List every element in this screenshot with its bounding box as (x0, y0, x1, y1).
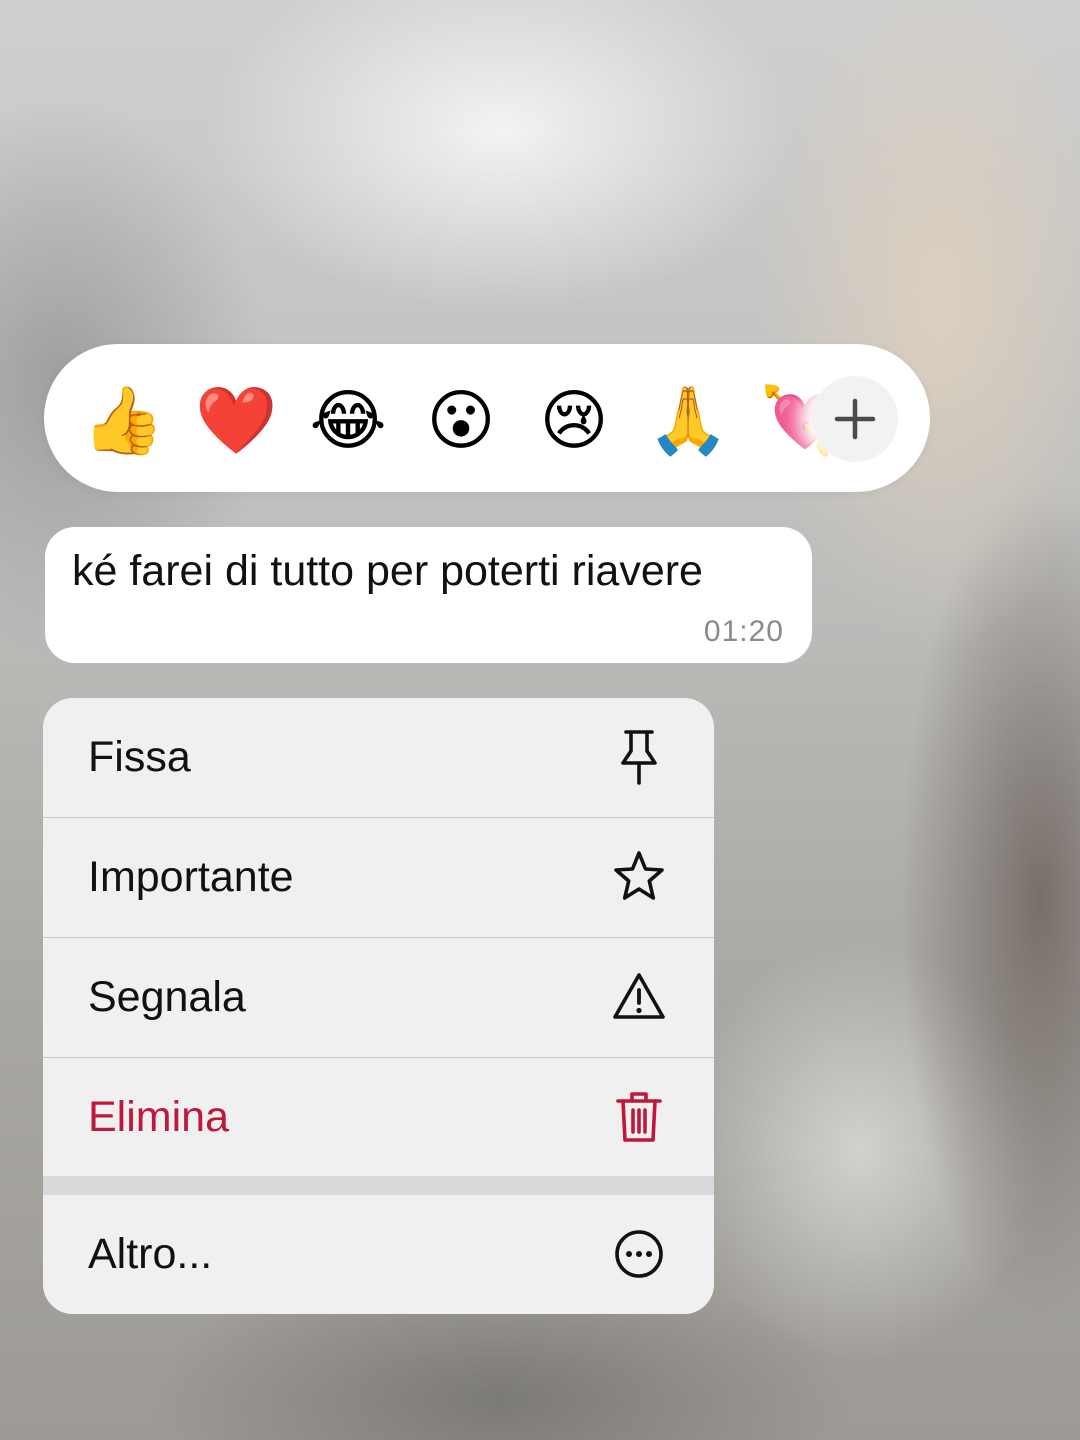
reaction-praying[interactable]: 🙏 (647, 380, 729, 460)
reaction-bar: 👍 ❤️ 😂 😮 😢 🙏 💘 (44, 344, 930, 492)
menu-item-fissa[interactable]: Fissa (43, 698, 714, 817)
menu-item-label: Elimina (88, 1093, 229, 1141)
message-text: ké farei di tutto per poterti riavere (72, 547, 703, 595)
message-bubble: ké farei di tutto per poterti riavere 01… (45, 527, 812, 663)
reaction-surprised[interactable]: 😮 (421, 380, 501, 460)
menu-item-segnala[interactable]: Segnala (43, 938, 714, 1057)
more-icon (615, 1230, 663, 1278)
menu-item-importante[interactable]: Importante (43, 818, 714, 937)
reaction-crying[interactable]: 😢 (534, 380, 614, 460)
menu-group-separator (43, 1176, 714, 1195)
warning-icon (613, 973, 665, 1019)
screen: 👍 ❤️ 😂 😮 😢 🙏 💘 ké farei di tutto per pot… (0, 0, 1080, 1440)
context-menu: Fissa Importante Segnala Elimina Altro..… (43, 698, 714, 1314)
pin-icon (621, 730, 657, 785)
menu-item-label: Altro... (88, 1230, 213, 1278)
menu-item-elimina[interactable]: Elimina (43, 1058, 714, 1177)
menu-item-label: Segnala (88, 973, 246, 1021)
reaction-heart[interactable]: ❤️ (195, 380, 277, 460)
menu-item-label: Fissa (88, 733, 191, 781)
star-icon (614, 851, 664, 900)
menu-item-label: Importante (88, 853, 294, 901)
reaction-laughing[interactable]: 😂 (308, 380, 388, 460)
trash-icon (616, 1092, 662, 1142)
reaction-thumbs-up[interactable]: 👍 (82, 380, 164, 460)
message-time: 01:20 (703, 615, 784, 648)
add-reaction-button[interactable] (812, 376, 898, 462)
menu-item-altro[interactable]: Altro... (43, 1195, 714, 1314)
plus-icon (834, 398, 876, 440)
